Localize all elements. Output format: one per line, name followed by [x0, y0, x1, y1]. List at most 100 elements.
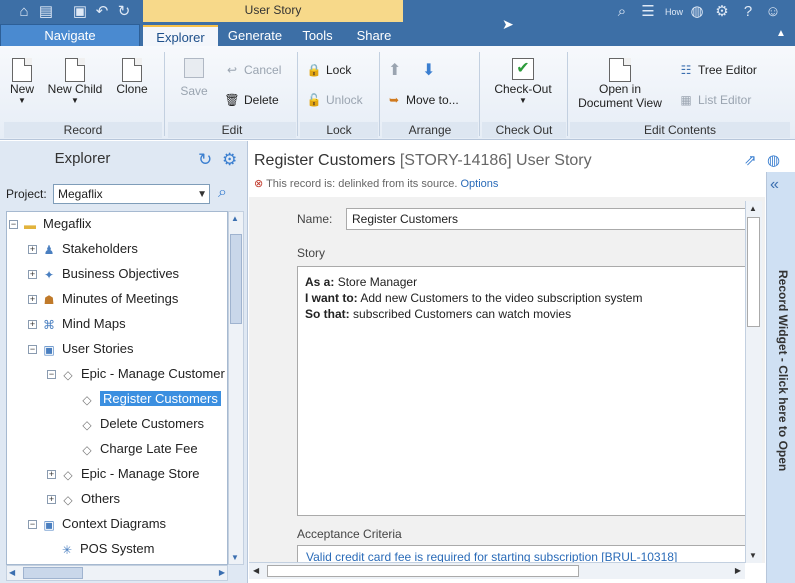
scroll-thumb[interactable]: [230, 234, 242, 324]
story-icon: ◇: [82, 442, 92, 457]
expand-icon[interactable]: +: [47, 495, 56, 505]
list-icon[interactable]: ☰: [638, 2, 658, 22]
scroll-thumb[interactable]: [267, 565, 579, 577]
tree-node-megaflix[interactable]: − ▬ Megaflix: [9, 213, 91, 235]
menu-icon[interactable]: ▤: [36, 2, 56, 22]
external-link-icon[interactable]: ⇗: [744, 151, 757, 169]
cancel-arrow-icon: ↩: [226, 63, 238, 77]
user-icon[interactable]: ☺: [763, 2, 783, 22]
mind-map-icon: ⌘: [43, 317, 55, 332]
delink-options-link[interactable]: Options: [461, 178, 499, 190]
list-editor-icon: ▦: [680, 93, 692, 107]
tab-share[interactable]: Share: [345, 25, 403, 46]
scroll-up-icon[interactable]: ▲: [231, 214, 239, 223]
scroll-thumb[interactable]: [23, 567, 83, 579]
help-icon[interactable]: ?: [738, 2, 758, 22]
collapse-icon[interactable]: −: [47, 370, 56, 380]
delink-notice: ⊗ This record is: delinked from its sour…: [254, 178, 499, 190]
globe-icon[interactable]: ◍: [687, 2, 707, 22]
navigate-button[interactable]: Navigate: [0, 24, 140, 46]
story-icon: ◇: [82, 392, 92, 407]
search-icon[interactable]: ⌕: [218, 184, 227, 202]
meetings-icon: ☗: [43, 292, 55, 307]
refresh-icon[interactable]: ↻: [198, 150, 212, 170]
tab-generate[interactable]: Generate: [220, 25, 290, 46]
tree-node-epic-manage-customer[interactable]: − ◇ Epic - Manage Customer: [47, 363, 225, 385]
how-icon[interactable]: How: [664, 2, 684, 22]
tree-node-others[interactable]: + ◇ Others: [47, 488, 120, 510]
undo-icon[interactable]: ↶: [92, 2, 112, 22]
check-out-button[interactable]: ✔ Check-Out ▼: [490, 58, 556, 105]
acceptance-criteria-field[interactable]: Valid credit card fee is required for st…: [297, 545, 747, 563]
expand-icon[interactable]: +: [47, 470, 56, 480]
name-field[interactable]: Register Customers: [346, 208, 746, 230]
collapse-ribbon-icon[interactable]: ▲: [776, 28, 786, 39]
scroll-up-icon[interactable]: ▲: [749, 204, 757, 213]
project-select[interactable]: Megaflix ▼: [53, 184, 210, 204]
scroll-down-icon[interactable]: ▼: [231, 553, 239, 562]
ribbon: New ▼ New Child ▼ Clone Record Save ↩ Can…: [0, 46, 795, 140]
expand-icon[interactable]: +: [28, 270, 37, 280]
save-button[interactable]: Save: [178, 58, 210, 98]
save-icon[interactable]: ▣: [70, 2, 90, 22]
scroll-left-icon[interactable]: ◀: [9, 568, 15, 577]
gear-icon[interactable]: ⚙: [222, 150, 237, 170]
open-in-document-view-button[interactable]: Open in Document View: [574, 58, 666, 110]
collapse-icon[interactable]: −: [9, 220, 18, 230]
delete-button[interactable]: 🗑 Delete: [224, 91, 278, 109]
tree-node-user-stories[interactable]: − ▣ User Stories: [28, 338, 134, 360]
tree-node-delete-customers[interactable]: ◇ Delete Customers: [79, 413, 204, 435]
scroll-right-icon[interactable]: ▶: [735, 566, 741, 575]
scroll-left-icon[interactable]: ◀: [253, 566, 259, 575]
separator: [379, 52, 380, 136]
epic-icon: ◇: [63, 467, 73, 482]
document-edit-icon: [609, 58, 631, 82]
tree-node-register-customers[interactable]: ◇ Register Customers: [79, 388, 221, 410]
new-child-button[interactable]: New Child ▼: [44, 58, 106, 105]
tree-horizontal-scrollbar[interactable]: ◀ ▶: [6, 565, 228, 581]
collapse-icon[interactable]: −: [28, 345, 37, 355]
tree-node-charge-late-fee[interactable]: ◇ Charge Late Fee: [79, 438, 197, 460]
lock-button[interactable]: 🔒 Lock: [306, 61, 352, 79]
form-vertical-scrollbar[interactable]: ▲ ▼: [745, 201, 762, 563]
search-icon[interactable]: ⌕: [612, 2, 632, 22]
scroll-thumb[interactable]: [747, 217, 760, 327]
tree-node-minutes-of-meetings[interactable]: + ☗ Minutes of Meetings: [28, 288, 178, 310]
clone-button[interactable]: Clone: [114, 58, 150, 96]
tree-node-stakeholders[interactable]: + ♟ Stakeholders: [28, 238, 138, 260]
expand-icon[interactable]: +: [28, 320, 37, 330]
scroll-down-icon[interactable]: ▼: [749, 551, 757, 560]
expand-widget-icon[interactable]: «: [770, 176, 779, 194]
story-field[interactable]: As a: Store Manager I want to: Add new C…: [297, 266, 747, 516]
home-icon[interactable]: ⌂: [14, 2, 34, 22]
expand-icon[interactable]: +: [28, 295, 37, 305]
gear-icon[interactable]: ⚙: [712, 2, 732, 22]
chevron-down-icon: ▼: [71, 96, 79, 105]
tree-node-pos-system[interactable]: ✳ POS System: [59, 538, 154, 560]
refresh-icon[interactable]: ↻: [114, 2, 134, 22]
move-up-icon[interactable]: ⬆: [388, 60, 401, 80]
tree-node-context-diagrams[interactable]: − ▣ Context Diagrams: [28, 513, 166, 535]
tree-node-mind-maps[interactable]: + ⌘ Mind Maps: [28, 313, 126, 335]
move-down-icon[interactable]: ⬇: [422, 60, 435, 80]
tree-node-business-objectives[interactable]: + ✦ Business Objectives: [28, 263, 179, 285]
tab-tools[interactable]: Tools: [290, 25, 345, 46]
move-to-button[interactable]: ➥ Move to...: [386, 91, 459, 109]
tree-vertical-scrollbar[interactable]: ▲ ▼: [228, 211, 244, 565]
cancel-button[interactable]: ↩ Cancel: [224, 61, 281, 79]
user-stories-icon: ▣: [43, 342, 55, 357]
tree-node-epic-manage-store[interactable]: + ◇ Epic - Manage Store: [47, 463, 200, 485]
scroll-right-icon[interactable]: ▶: [219, 568, 225, 577]
tab-explorer[interactable]: Explorer: [143, 25, 218, 46]
globe-icon[interactable]: ◍: [767, 151, 780, 169]
record-widget-label[interactable]: Record Widget - Click here to Open: [768, 270, 790, 490]
collapse-icon[interactable]: −: [28, 520, 37, 530]
list-editor-button[interactable]: ▦ List Editor: [678, 91, 751, 109]
form-horizontal-scrollbar[interactable]: ◀ ▶: [249, 562, 745, 579]
unlock-button[interactable]: 🔓 Unlock: [306, 91, 363, 109]
expand-icon[interactable]: +: [28, 245, 37, 255]
new-button[interactable]: New ▼: [6, 58, 38, 105]
system-icon: ✳: [61, 542, 73, 557]
tree-editor-button[interactable]: ☷ Tree Editor: [678, 61, 757, 79]
explorer-tree: − ▬ Megaflix + ♟ Stakeholders + ✦ Business Obj…: [6, 211, 228, 565]
